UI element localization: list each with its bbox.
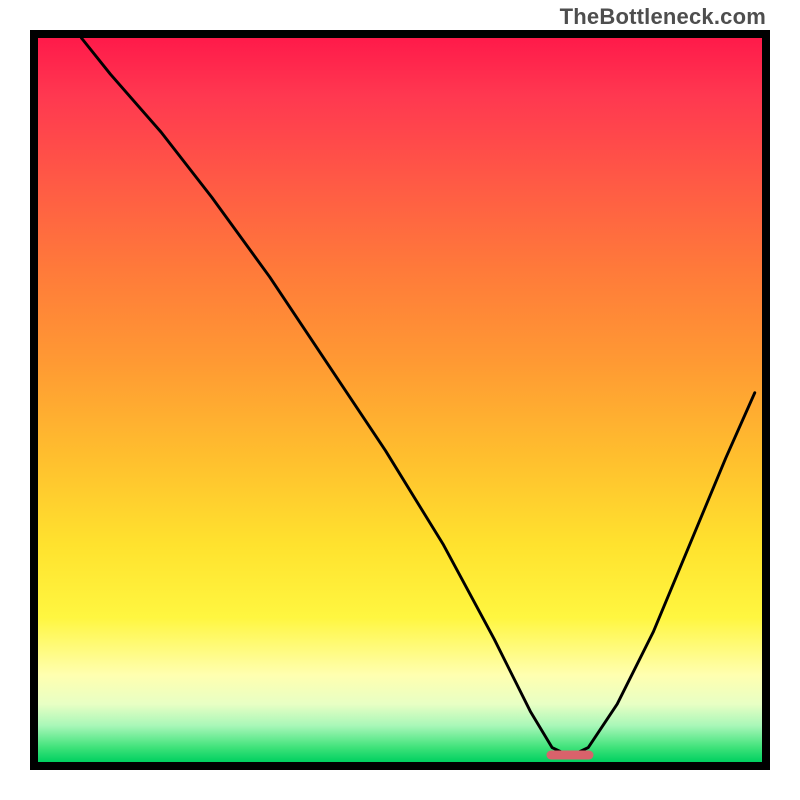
bottleneck-figure: TheBottleneck.com [0,0,800,800]
plot-canvas [38,38,762,762]
plot-frame [30,30,770,770]
optimum-marker [547,751,594,760]
bottleneck-curve [38,38,762,762]
attribution-label: TheBottleneck.com [560,4,766,30]
